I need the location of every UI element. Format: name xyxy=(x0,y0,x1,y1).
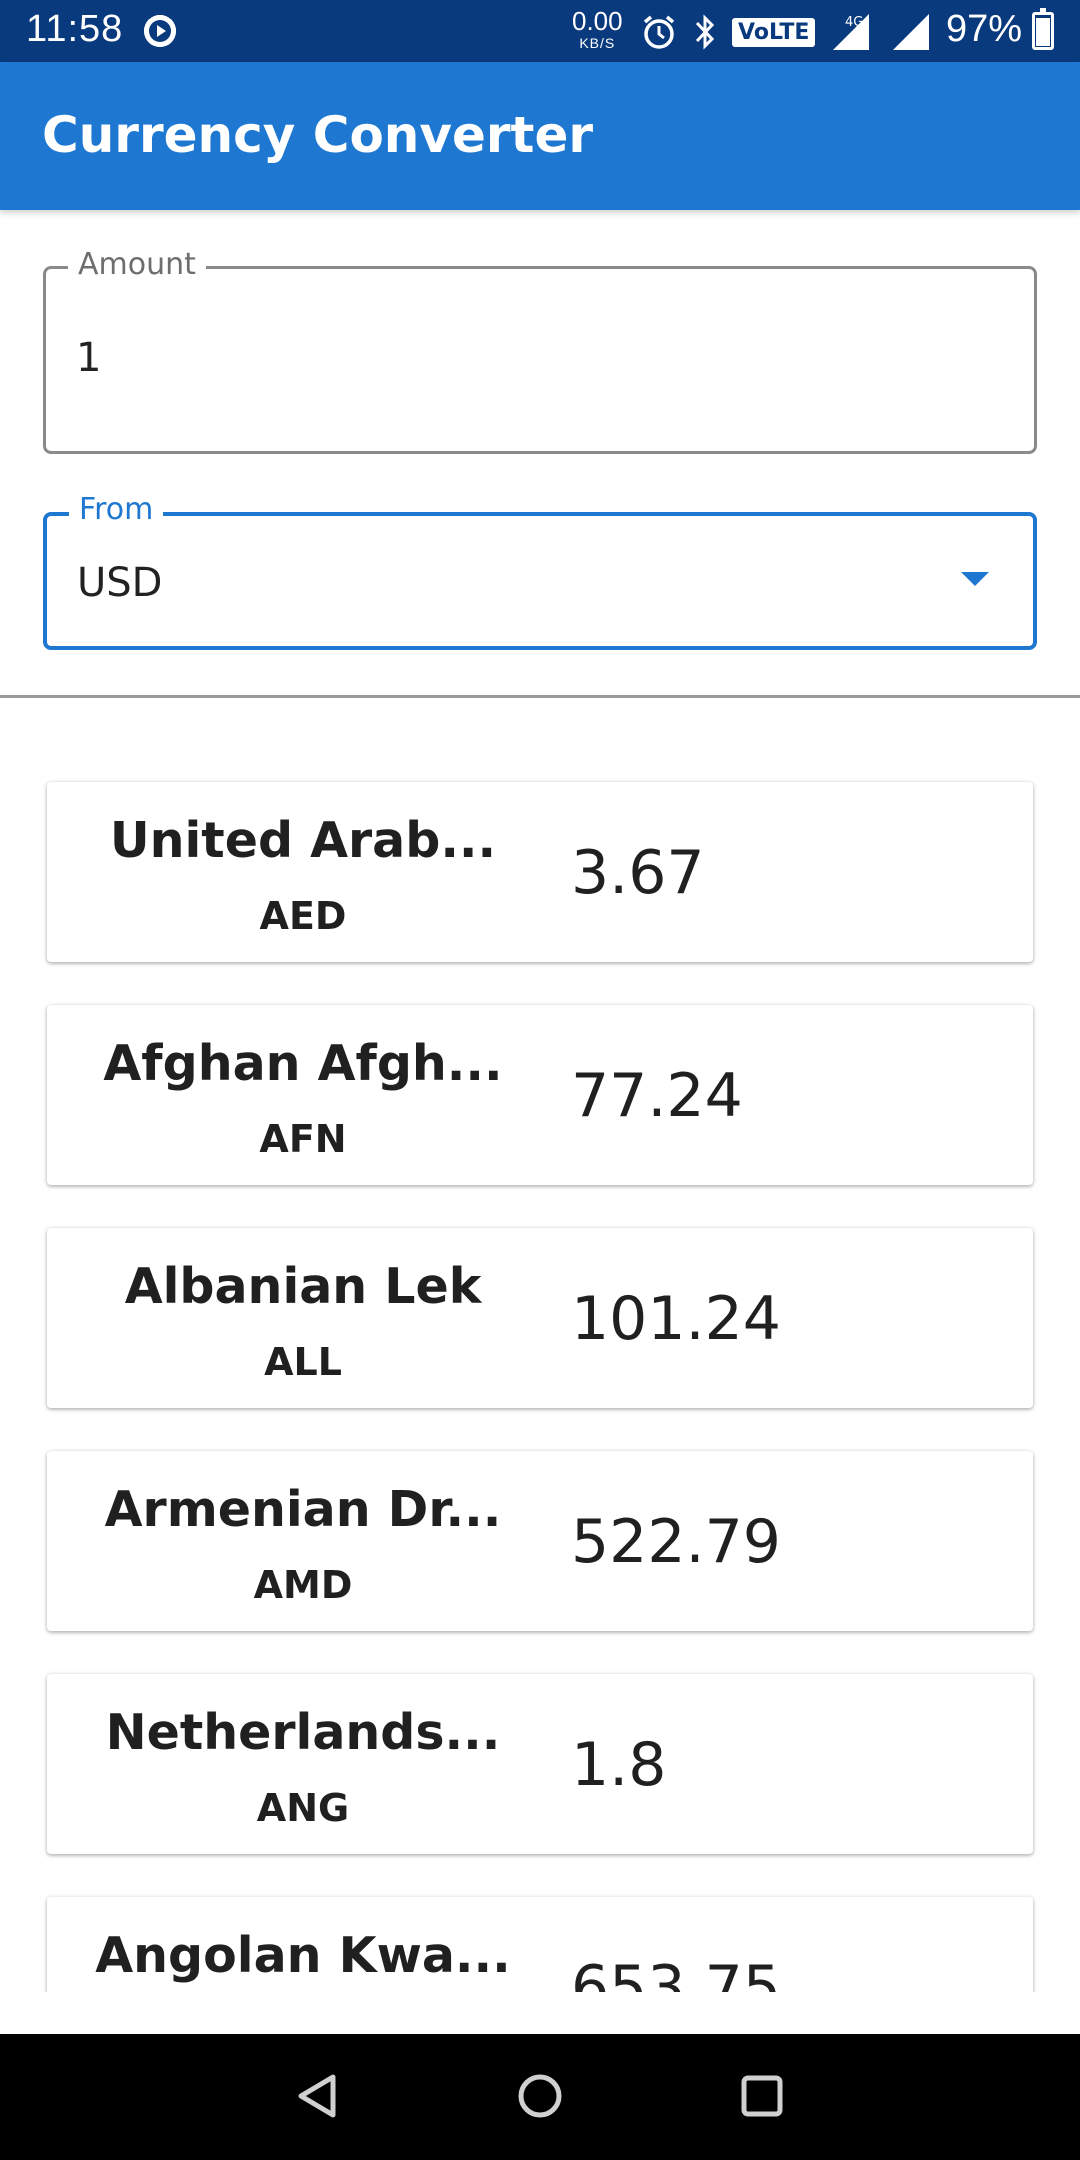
currency-code: AMD xyxy=(253,1563,353,1607)
currency-list[interactable]: United Arab... AED 3.67 Afghan Afgh... A… xyxy=(0,700,1080,1992)
signal-icon: 4G xyxy=(833,14,870,50)
app-title: Currency Converter xyxy=(42,106,594,164)
currency-rate: 101.24 xyxy=(571,1284,781,1354)
from-currency-select[interactable]: From USD xyxy=(43,492,1037,650)
recents-icon[interactable] xyxy=(722,2056,802,2136)
currency-card[interactable]: Albanian Lek ALL 101.24 xyxy=(47,1228,1033,1408)
divider xyxy=(0,695,1080,698)
amount-input[interactable]: 1 xyxy=(76,335,101,381)
currency-rate: 3.67 xyxy=(571,838,705,908)
network-speed: 0.00 KB/S xyxy=(572,6,623,51)
signal-icon xyxy=(893,14,930,50)
status-time: 11:58 xyxy=(26,8,124,50)
currency-code: ALL xyxy=(264,1340,342,1384)
svg-text:4G: 4G xyxy=(845,15,863,30)
currency-rate: 653.75 xyxy=(571,1953,781,1992)
status-bar: 11:58 0.00 KB/S VoLTE 4G 97% xyxy=(0,0,1080,62)
chevron-down-icon[interactable] xyxy=(961,572,989,586)
currency-name: Netherlands... xyxy=(105,1704,501,1761)
amount-label: Amount xyxy=(68,247,206,282)
bluetooth-icon xyxy=(695,14,715,50)
currency-name: United Arab... xyxy=(109,812,497,869)
from-label: From xyxy=(69,492,164,527)
currency-rate: 1.8 xyxy=(571,1730,667,1800)
currency-name: Armenian Dr... xyxy=(104,1481,502,1538)
currency-code: AED xyxy=(259,894,347,938)
battery-icon xyxy=(1032,8,1054,50)
currency-name: Afghan Afgh... xyxy=(103,1035,503,1092)
currency-rate: 77.24 xyxy=(571,1061,743,1131)
currency-card[interactable]: Armenian Dr... AMD 522.79 xyxy=(47,1451,1033,1631)
from-value[interactable]: USD xyxy=(77,560,162,606)
currency-card[interactable]: Afghan Afgh... AFN 77.24 xyxy=(47,1005,1033,1185)
currency-name: Angolan Kwa... xyxy=(95,1927,511,1984)
currency-rate: 522.79 xyxy=(571,1507,781,1577)
currency-name: Albanian Lek xyxy=(124,1258,482,1315)
home-icon[interactable] xyxy=(500,2056,580,2136)
alarm-icon xyxy=(643,15,675,49)
currency-card[interactable]: United Arab... AED 3.67 xyxy=(47,782,1033,962)
volte-badge: VoLTE xyxy=(732,17,816,47)
battery-percent: 97% xyxy=(946,8,1023,50)
currency-card[interactable]: Netherlands... ANG 1.8 xyxy=(47,1674,1033,1854)
app-bar: Currency Converter xyxy=(0,62,1080,210)
currency-card[interactable]: Angolan Kwa... 653.75 xyxy=(47,1897,1033,1992)
back-icon[interactable] xyxy=(278,2056,358,2136)
currency-code: AFN xyxy=(259,1117,347,1161)
navigation-bar xyxy=(0,2034,1080,2160)
currency-code: ANG xyxy=(256,1786,350,1830)
status-icons: VoLTE 4G xyxy=(640,10,931,54)
play-circle-icon xyxy=(144,15,176,47)
amount-field[interactable]: Amount 1 xyxy=(43,247,1037,454)
